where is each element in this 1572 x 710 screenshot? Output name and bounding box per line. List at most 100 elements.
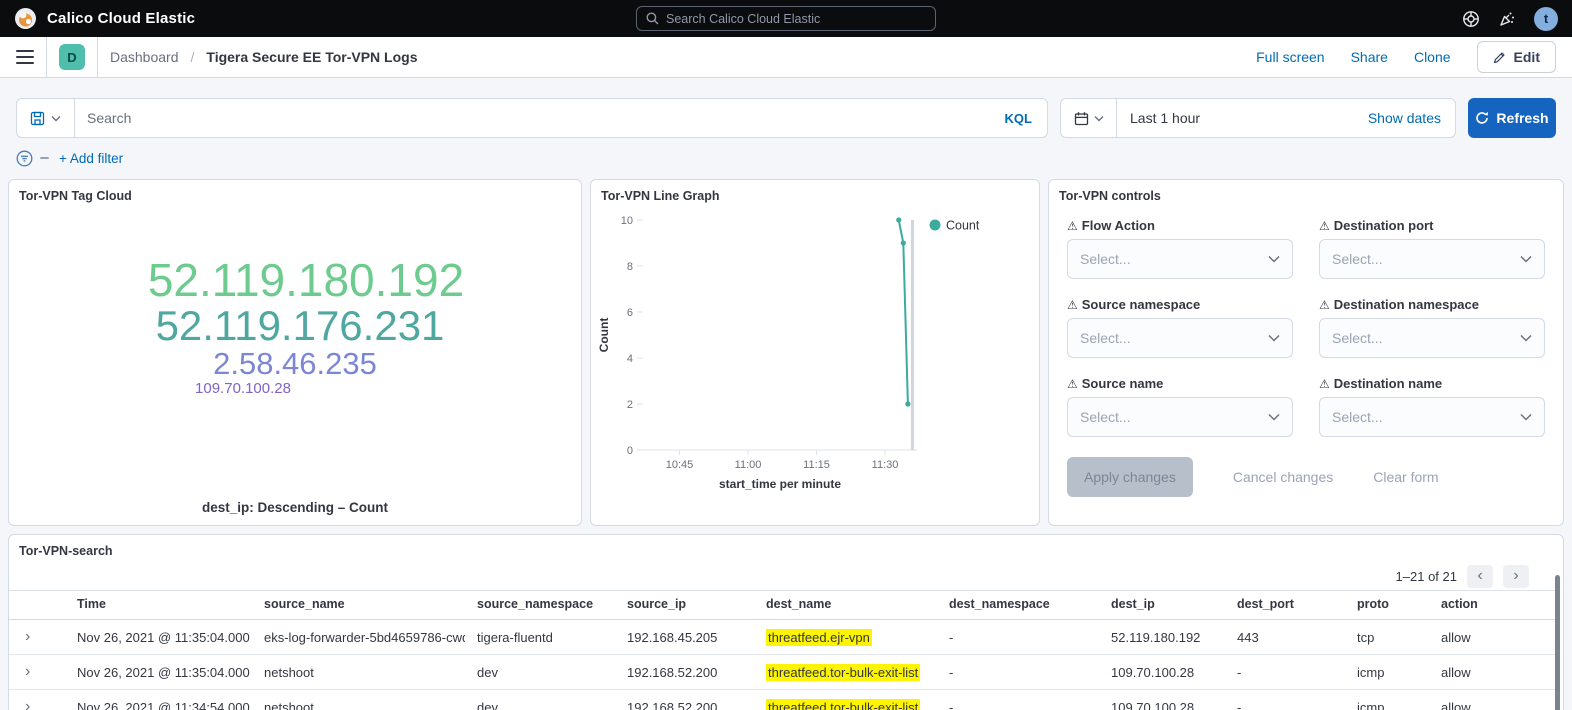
legend-swatch (930, 220, 941, 231)
show-dates-link[interactable]: Show dates (1368, 110, 1455, 126)
breadcrumb-bar: D Dashboard / Tigera Secure EE Tor-VPN L… (0, 37, 1572, 78)
breadcrumb-root[interactable]: Dashboard (110, 49, 179, 65)
table-cell: tigera-fluentd (465, 620, 615, 655)
help-icon[interactable] (1462, 10, 1480, 28)
panel-title: Tor-VPN Line Graph (591, 180, 1039, 203)
next-page-button[interactable]: › (1503, 565, 1529, 588)
menu-icon[interactable] (16, 50, 34, 64)
panel-title: Tor-VPN Tag Cloud (9, 180, 581, 203)
date-picker: Last 1 hour Show dates (1060, 98, 1456, 138)
prev-page-button[interactable]: ‹ (1467, 565, 1493, 588)
news-icon[interactable] (1498, 10, 1516, 28)
kql-search-input[interactable] (75, 110, 990, 126)
expand-row-icon[interactable]: › (9, 690, 65, 710)
warning-icon: ⚠ (1319, 377, 1330, 391)
control-select[interactable]: Select... (1319, 397, 1545, 437)
warning-icon: ⚠ (1319, 219, 1330, 233)
add-filter-link[interactable]: + Add filter (59, 151, 123, 166)
column-header: dest_namespace (937, 591, 1099, 620)
dashboard-panels: Tor-VPN Tag Cloud 52.119.180.19252.119.1… (8, 179, 1564, 526)
save-query-icon (30, 111, 45, 126)
control-select[interactable]: Select... (1067, 239, 1293, 279)
y-tick-label: 8 (627, 261, 633, 273)
column-header: source_name (252, 591, 465, 620)
table-row: ›Nov 26, 2021 @ 11:35:04.000eks-log-forw… (9, 620, 1557, 655)
warning-icon: ⚠ (1067, 298, 1078, 312)
y-tick-label: 2 (627, 399, 633, 411)
control-select[interactable]: Select... (1067, 397, 1293, 437)
controls-panel: Tor-VPN controls ⚠Flow Action Select... … (1048, 179, 1564, 526)
tag-cloud-item[interactable]: 52.119.180.192 (148, 256, 464, 304)
chevron-down-icon (1520, 413, 1532, 421)
table-cell: icmp (1345, 655, 1429, 690)
user-avatar[interactable]: t (1534, 7, 1558, 31)
column-header: dest_name (754, 591, 937, 620)
breadcrumb-separator: / (191, 49, 195, 65)
control-field: ⚠Destination port Select... (1319, 218, 1545, 279)
table-cell: threatfeed.tor-bulk-exit-list (754, 690, 937, 710)
panel-title: Tor-VPN-search (9, 535, 1563, 558)
expand-row-icon[interactable]: › (9, 655, 65, 690)
global-search[interactable] (636, 6, 936, 31)
table-cell: dev (465, 655, 615, 690)
control-select[interactable]: Select... (1319, 239, 1545, 279)
control-label: Source namespace (1082, 297, 1201, 312)
control-label: Flow Action (1082, 218, 1155, 233)
tag-cloud-item[interactable]: 109.70.100.28 (195, 381, 291, 397)
control-field: ⚠Source name Select... (1067, 376, 1293, 437)
warning-icon: ⚠ (1319, 298, 1330, 312)
refresh-button[interactable]: Refresh (1468, 98, 1556, 138)
select-placeholder: Select... (1332, 330, 1383, 346)
data-point (901, 240, 906, 245)
x-tick-label: 11:15 (803, 459, 830, 471)
x-tick-label: 11:00 (735, 459, 762, 471)
warning-icon: ⚠ (1067, 377, 1078, 391)
time-range-value[interactable]: Last 1 hour (1117, 110, 1213, 126)
share-link[interactable]: Share (1351, 49, 1388, 65)
brand: Calico Cloud Elastic (14, 7, 195, 30)
table-cell: 443 (1225, 620, 1345, 655)
date-picker-menu[interactable] (1061, 99, 1117, 137)
filter-icon[interactable] (16, 150, 33, 167)
chevron-down-icon (1268, 334, 1280, 342)
apply-changes-button[interactable]: Apply changes (1067, 457, 1193, 497)
column-header: proto (1345, 591, 1429, 620)
table-cell: - (937, 620, 1099, 655)
expand-row-icon[interactable]: › (9, 620, 65, 655)
full-screen-link[interactable]: Full screen (1256, 49, 1324, 65)
table-cell: threatfeed.tor-bulk-exit-list (754, 655, 937, 690)
line-chart: 024681010:4511:0011:1511:30Countstart_ti… (597, 205, 1033, 507)
y-tick-label: 4 (627, 353, 633, 365)
space-badge[interactable]: D (59, 44, 85, 70)
global-search-input[interactable] (666, 12, 926, 26)
column-header: source_namespace (465, 591, 615, 620)
select-placeholder: Select... (1080, 251, 1131, 267)
table-cell: 109.70.100.28 (1099, 690, 1225, 710)
page-title: Tigera Secure EE Tor-VPN Logs (206, 49, 417, 65)
kql-toggle[interactable]: KQL (990, 111, 1047, 126)
tag-cloud-item[interactable]: 2.58.46.235 (213, 348, 377, 381)
cancel-changes-button[interactable]: Cancel changes (1233, 469, 1333, 485)
tag-cloud-item[interactable]: 52.119.176.231 (156, 304, 445, 348)
table-cell: 192.168.52.200 (615, 655, 754, 690)
tag-cloud-footer: dest_ip: Descending – Count (9, 500, 581, 515)
data-point (905, 401, 910, 406)
saved-query-menu[interactable] (17, 99, 75, 137)
column-header: dest_port (1225, 591, 1345, 620)
edit-button[interactable]: Edit (1477, 41, 1556, 73)
y-tick-label: 0 (627, 445, 633, 457)
control-select[interactable]: Select... (1067, 318, 1293, 358)
divider (46, 37, 47, 77)
select-placeholder: Select... (1080, 330, 1131, 346)
column-header: action (1429, 591, 1557, 620)
y-axis-title: Count (597, 318, 611, 353)
table-scrollbar[interactable] (1555, 575, 1560, 710)
control-field: ⚠Destination name Select... (1319, 376, 1545, 437)
clear-form-button[interactable]: Clear form (1373, 469, 1438, 485)
column-header: source_ip (615, 591, 754, 620)
control-select[interactable]: Select... (1319, 318, 1545, 358)
table-cell: threatfeed.ejr-vpn (754, 620, 937, 655)
column-header: dest_ip (1099, 591, 1225, 620)
select-placeholder: Select... (1332, 251, 1383, 267)
clone-link[interactable]: Clone (1414, 49, 1451, 65)
